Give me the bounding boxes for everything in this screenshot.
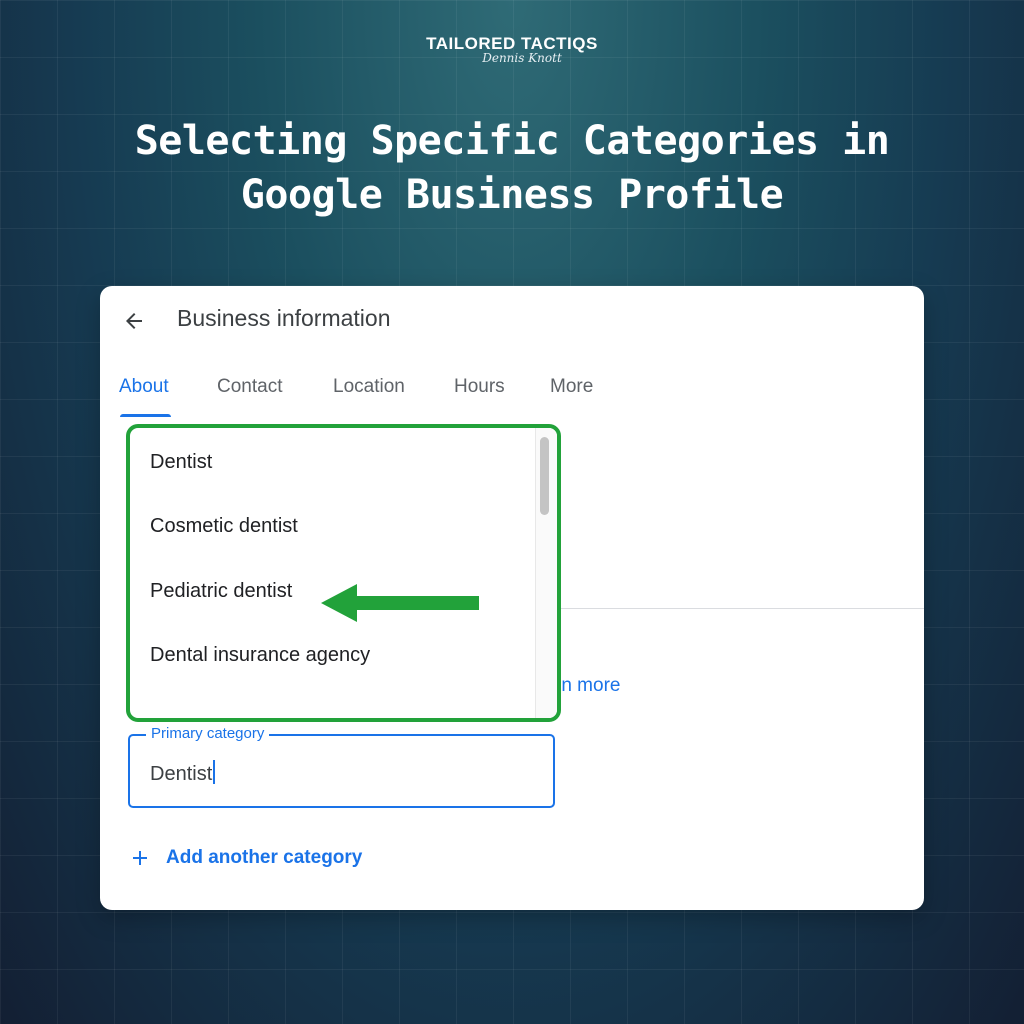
category-suggestions-dropdown: Dentist Cosmetic dentist Pediatric denti… — [126, 424, 561, 722]
tab-location[interactable]: Location — [333, 372, 405, 402]
headline-line-1: Selecting Specific Categories in — [134, 118, 890, 164]
suggestion-dental-insurance-agency[interactable]: Dental insurance agency — [150, 635, 520, 675]
headline-line-2: Google Business Profile — [240, 172, 784, 218]
dropdown-scrollbar[interactable] — [535, 428, 557, 718]
headline: Selecting Specific Categories in Google … — [0, 114, 1024, 222]
tab-more[interactable]: More — [550, 372, 593, 402]
add-another-category-button[interactable]: Add another category — [128, 844, 362, 872]
arrow-back-icon — [126, 313, 142, 329]
primary-category-input-value[interactable]: Dentist — [150, 760, 216, 786]
add-another-category-label: Add another category — [166, 847, 363, 868]
suggestion-cosmetic-dentist[interactable]: Cosmetic dentist — [150, 506, 520, 546]
text-caret — [213, 760, 216, 784]
panel-title: Business information — [177, 305, 391, 331]
scrollbar-thumb[interactable] — [540, 437, 549, 515]
primary-category-label: Primary category — [146, 725, 270, 742]
brand-logo: TAILORED TACTIQS Dennis Knott — [0, 34, 1024, 65]
brand-signature: Dennis Knott — [482, 51, 562, 65]
left-arrow-icon — [321, 584, 479, 622]
tab-contact[interactable]: Contact — [217, 372, 282, 402]
back-button[interactable] — [116, 303, 152, 339]
tab-hours[interactable]: Hours — [454, 372, 505, 402]
plus-icon — [133, 851, 147, 865]
primary-category-field[interactable]: Primary category Dentist — [128, 725, 555, 808]
suggestion-dentist[interactable]: Dentist — [150, 442, 520, 482]
active-tab-indicator — [120, 414, 171, 417]
business-information-panel: Business information About Contact Locat… — [100, 286, 924, 910]
section-divider — [555, 608, 924, 609]
tab-bar: About Contact Location Hours More — [100, 372, 924, 422]
tab-about[interactable]: About — [119, 372, 169, 402]
learn-more-link[interactable]: rn more — [555, 675, 620, 697]
